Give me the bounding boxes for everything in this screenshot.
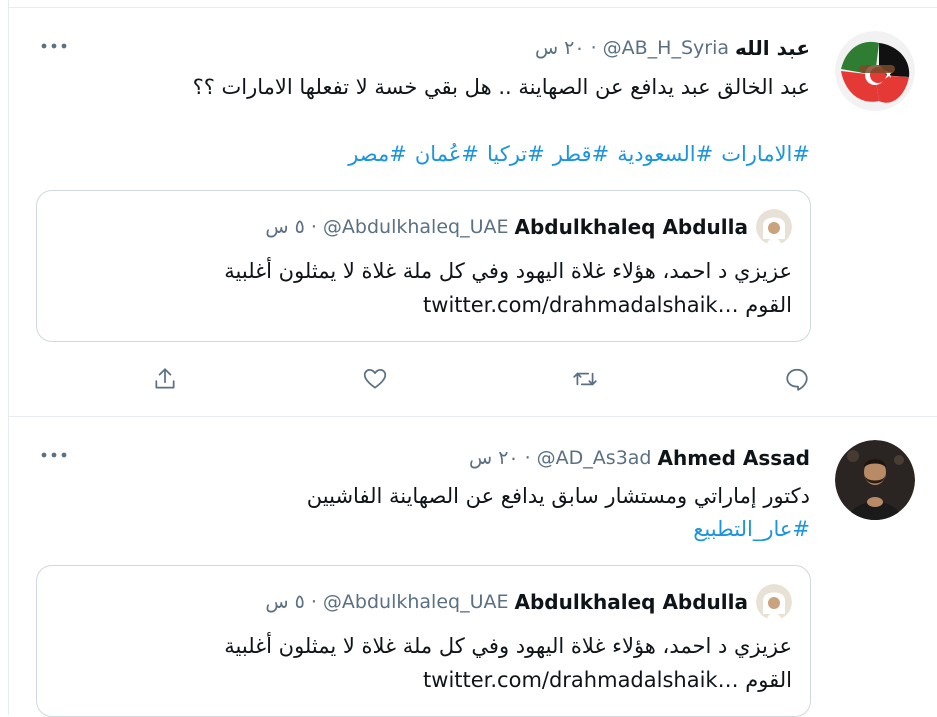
author-name: Abdulkhaleq Abdulla — [514, 215, 749, 239]
hashtag[interactable]: #مصر — [348, 142, 407, 166]
timestamp[interactable]: ٢٠ س — [535, 37, 585, 59]
quoted-tweet-header: Abdulkhaleq Abdulla @Abdulkhaleq_UAE · ٥… — [265, 584, 792, 620]
timestamp: ٥ س — [265, 591, 305, 613]
quoted-link[interactable]: twitter.com/drahmadalshaik… — [423, 293, 739, 317]
tweet-header: Ahmed Assad @AD_As3ad · ٢٠ س — [469, 444, 810, 472]
quoted-link[interactable]: twitter.com/drahmadalshaik… — [423, 668, 739, 692]
author-handle[interactable]: @AB_H_Syria — [603, 37, 729, 59]
more-icon[interactable] — [39, 445, 69, 465]
timestamp[interactable]: ٢٠ س — [469, 447, 519, 469]
quoted-text-line: عزيزي د احمد، هؤلاء غلاة اليهود وفي كل م… — [224, 634, 792, 658]
quoted-tweet[interactable]: Abdulkhaleq Abdulla @Abdulkhaleq_UAE · ٥… — [36, 565, 811, 717]
hashtag[interactable]: #تركيا — [487, 142, 545, 166]
hashtag[interactable]: #عار_التطبيع — [693, 517, 810, 541]
hashtag-list: #الامارات #السعودية #قطر #تركيا #عُمان #مصر — [340, 139, 810, 170]
author-name[interactable]: عبد الله — [735, 36, 810, 60]
avatar — [756, 584, 792, 620]
quoted-text-line: القوم twitter.com/drahmadalshaik… — [52, 288, 792, 322]
quoted-tweet-text: عزيزي د احمد، هؤلاء غلاة اليهود وفي كل م… — [52, 254, 792, 322]
tweet-header: عبد الله @AB_H_Syria · ٢٠ س — [535, 34, 810, 62]
quoted-text-word: القوم — [745, 668, 792, 692]
hashtag[interactable]: #قطر — [553, 142, 609, 166]
separator-dot: · — [310, 591, 317, 613]
author-name[interactable]: Ahmed Assad — [658, 446, 811, 470]
tweet[interactable]: Ahmed Assad @AD_As3ad · ٢٠ س دكتور إمارا… — [9, 417, 937, 717]
separator-dot: · — [590, 37, 597, 59]
quoted-tweet-header: Abdulkhaleq Abdulla @Abdulkhaleq_UAE · ٥… — [265, 209, 792, 245]
tweet-actions — [149, 363, 815, 395]
share-icon[interactable] — [149, 363, 181, 395]
hashtag-list: #عار_التطبيع — [693, 514, 810, 545]
author-handle: @Abdulkhaleq_UAE — [322, 216, 509, 238]
quoted-tweet[interactable]: Abdulkhaleq Abdulla @Abdulkhaleq_UAE · ٥… — [36, 190, 811, 342]
avatar[interactable] — [835, 440, 915, 520]
tweet-text: دكتور إماراتي ومستشار سابق يدافع عن الصه… — [306, 484, 810, 508]
retweet-icon[interactable] — [569, 363, 601, 395]
hashtag[interactable]: #الامارات — [721, 142, 810, 166]
author-handle: @Abdulkhaleq_UAE — [322, 591, 509, 613]
more-icon[interactable] — [39, 36, 69, 56]
separator-dot: · — [310, 216, 317, 238]
quoted-text-word: القوم — [745, 293, 792, 317]
tweet-text: عبد الخالق عبد يدافع عن الصهاينة .. هل ب… — [192, 75, 810, 99]
hashtag[interactable]: #السعودية — [617, 142, 713, 166]
timeline: عبد الله @AB_H_Syria · ٢٠ س عبد الخالق ع… — [8, 0, 937, 717]
avatar — [756, 209, 792, 245]
like-icon[interactable] — [359, 363, 391, 395]
reply-icon[interactable] — [781, 363, 813, 395]
quoted-text-line: عزيزي د احمد، هؤلاء غلاة اليهود وفي كل م… — [224, 259, 792, 283]
timestamp: ٥ س — [265, 216, 305, 238]
quoted-tweet-text: عزيزي د احمد، هؤلاء غلاة اليهود وفي كل م… — [52, 629, 792, 697]
hashtag[interactable]: #عُمان — [415, 142, 479, 166]
author-handle[interactable]: @AD_As3ad — [537, 447, 652, 469]
avatar[interactable] — [835, 31, 915, 111]
tweet[interactable]: عبد الله @AB_H_Syria · ٢٠ س عبد الخالق ع… — [9, 8, 937, 416]
quoted-text-line: القوم twitter.com/drahmadalshaik… — [52, 663, 792, 697]
separator-dot: · — [524, 447, 531, 469]
author-name: Abdulkhaleq Abdulla — [514, 590, 749, 614]
